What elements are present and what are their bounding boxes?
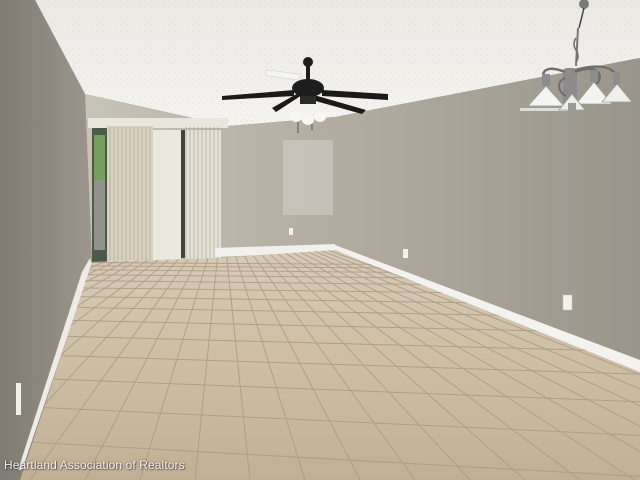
watermark-text: Heartland Association of Realtors	[4, 458, 185, 472]
room-photo: Heartland Association of Realtors	[0, 0, 640, 480]
light-reflection	[283, 140, 333, 215]
outlet-icon	[289, 228, 293, 235]
outlet-icon	[16, 383, 21, 415]
outlet-icon	[562, 294, 573, 311]
vertical-blinds-icon	[88, 118, 228, 262]
outlet-icon	[403, 249, 408, 258]
